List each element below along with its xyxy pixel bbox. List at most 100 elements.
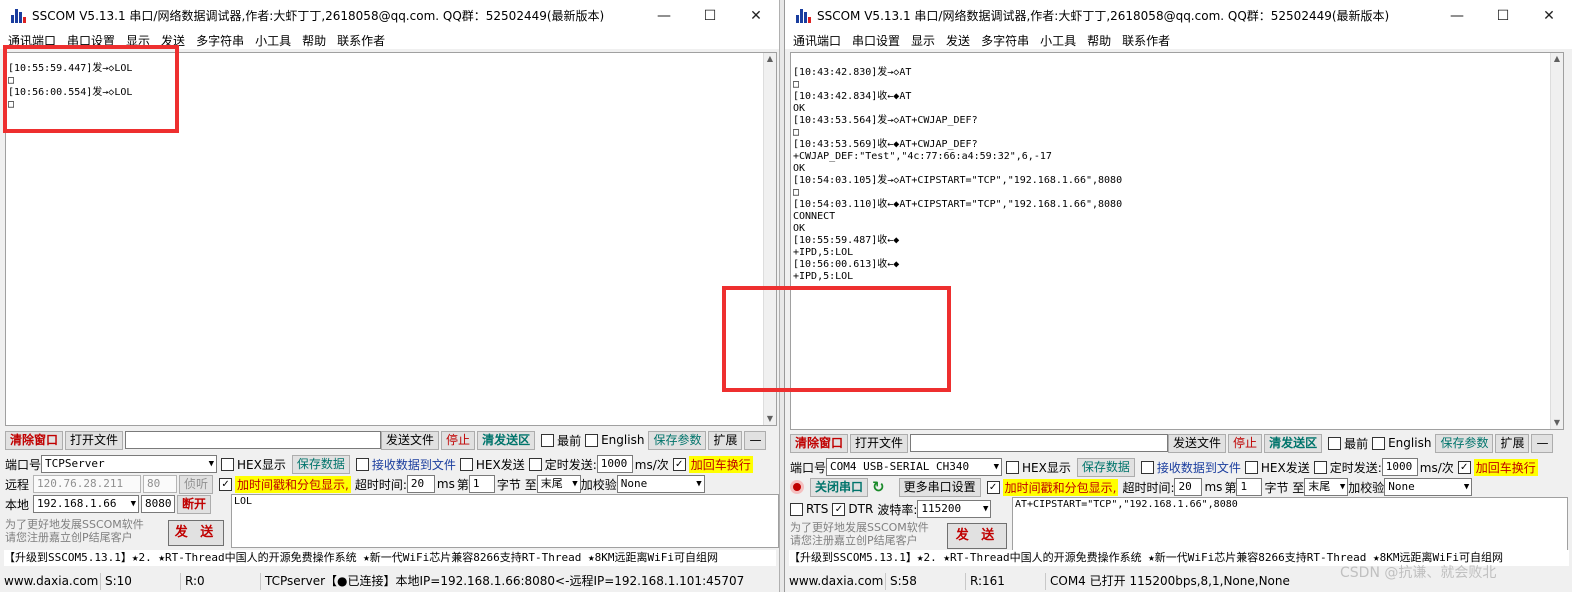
- local-port-input[interactable]: 8080: [141, 495, 176, 513]
- dtr-checkbox[interactable]: ✓: [832, 502, 846, 516]
- scroll-up-icon[interactable]: ▲: [764, 53, 776, 65]
- recv-to-file-checkbox[interactable]: [355, 457, 369, 471]
- send-file-button[interactable]: 发送文件: [381, 430, 440, 450]
- tail-select[interactable]: 末尾 ▼: [1304, 478, 1349, 496]
- timed-send-checkbox[interactable]: [528, 457, 542, 471]
- port-select[interactable]: COM4 USB-SERIAL CH340 ▼: [826, 458, 1003, 476]
- tail-select[interactable]: 末尾 ▼: [536, 475, 581, 493]
- hex-send-checkbox[interactable]: [1244, 460, 1258, 474]
- english-checkbox[interactable]: [1372, 436, 1386, 450]
- log-line: OK: [793, 103, 806, 114]
- clear-send-area-button[interactable]: 清发送区: [477, 430, 536, 450]
- send-input[interactable]: LOL: [231, 494, 779, 548]
- baud-select[interactable]: 115200 ▼: [917, 500, 992, 518]
- english-checkbox[interactable]: [585, 433, 599, 447]
- menu-item[interactable]: 多字符串: [196, 32, 244, 49]
- add-crlf-checkbox[interactable]: ✓: [1457, 460, 1471, 474]
- collapse-button[interactable]: —: [1531, 433, 1554, 453]
- menu-item[interactable]: 帮助: [1087, 32, 1111, 49]
- status-connection-info: TCPserver【●已连接】本地IP=192.168.1.66:8080<-远…: [260, 573, 779, 590]
- news-ticker[interactable]: 【升级到SSCOM5.13.1】★2. ★RT-Thread中国人的开源免费操作…: [4, 550, 776, 566]
- timestamp-checkbox[interactable]: ✓: [219, 477, 233, 491]
- hex-display-checkbox[interactable]: [221, 457, 235, 471]
- maximize-icon[interactable]: ☐: [1480, 0, 1526, 31]
- remote-ip-input[interactable]: 120.76.28.211: [33, 475, 142, 493]
- stop-button[interactable]: 停止: [1228, 433, 1263, 453]
- menu-item[interactable]: 小工具: [1040, 32, 1076, 49]
- save-data-button[interactable]: 保存数据: [291, 454, 350, 474]
- menu-item[interactable]: 通讯端口: [793, 32, 841, 49]
- expand-button[interactable]: 扩展: [708, 430, 743, 450]
- listen-button[interactable]: 侦听: [179, 474, 214, 494]
- log-line: □: [793, 187, 800, 198]
- hex-send-checkbox[interactable]: [459, 457, 473, 471]
- checksum-select[interactable]: None ▼: [616, 475, 705, 493]
- scroll-up-icon[interactable]: ▲: [1551, 53, 1563, 65]
- menu-item[interactable]: 显示: [911, 32, 935, 49]
- more-settings-button[interactable]: 更多串口设置: [898, 477, 981, 497]
- send-button[interactable]: 发 送: [168, 520, 224, 546]
- segment-input[interactable]: 1: [468, 475, 495, 493]
- rts-checkbox[interactable]: [790, 502, 803, 516]
- minimize-icon[interactable]: —: [641, 0, 687, 31]
- status-sent-count: S:58: [885, 573, 965, 590]
- collapse-button[interactable]: —: [744, 430, 767, 450]
- stop-button[interactable]: 停止: [441, 430, 476, 450]
- interval-input[interactable]: 1000: [1381, 458, 1418, 476]
- close-icon[interactable]: ✕: [733, 0, 779, 31]
- menu-item[interactable]: 多字符串: [981, 32, 1029, 49]
- recv-to-file-checkbox[interactable]: [1140, 460, 1154, 474]
- scroll-down-icon[interactable]: ▼: [764, 413, 776, 425]
- timestamp-checkbox[interactable]: ✓: [986, 480, 1000, 494]
- clear-window-button[interactable]: 清除窗口: [790, 433, 849, 453]
- topmost-checkbox[interactable]: [541, 433, 555, 447]
- clear-send-area-button[interactable]: 清发送区: [1264, 433, 1323, 453]
- menu-item[interactable]: 联系作者: [337, 32, 385, 49]
- menu-item[interactable]: 帮助: [302, 32, 326, 49]
- interval-input[interactable]: 1000: [596, 455, 633, 473]
- remote-port-input[interactable]: 80: [143, 475, 178, 493]
- open-file-button[interactable]: 打开文件: [850, 433, 909, 453]
- log-line: +IPD,5:LOL: [793, 271, 854, 282]
- minimize-icon[interactable]: —: [1434, 0, 1480, 31]
- close-port-button[interactable]: 关闭串口: [810, 477, 869, 497]
- vertical-scrollbar[interactable]: ▲ ▼: [1550, 53, 1563, 429]
- scroll-down-icon[interactable]: ▼: [1551, 417, 1563, 429]
- send-input[interactable]: AT+CIPSTART="TCP","192.168.1.66",8080: [1012, 497, 1568, 551]
- promo-text[interactable]: 为了更好地发展SSCOM软件 请您注册嘉立创P结尾客户: [790, 521, 929, 547]
- menu-item[interactable]: 串口设置: [852, 32, 900, 49]
- port-select[interactable]: TCPServer ▼: [41, 455, 218, 473]
- send-button[interactable]: 发 送: [947, 523, 1007, 549]
- checksum-select[interactable]: None ▼: [1384, 478, 1473, 496]
- local-ip-select[interactable]: 192.168.1.66 ▼: [33, 495, 140, 513]
- clear-window-button[interactable]: 清除窗口: [5, 430, 64, 450]
- timeout-input[interactable]: 20: [406, 475, 435, 493]
- csdn-watermark: CSDN @抗谦、就会败北: [1340, 565, 1497, 581]
- baud-label: 波特率:: [877, 502, 918, 517]
- topmost-checkbox[interactable]: [1328, 436, 1342, 450]
- maximize-icon[interactable]: ☐: [687, 0, 733, 31]
- file-path-input[interactable]: [910, 434, 1169, 452]
- save-data-button[interactable]: 保存数据: [1076, 457, 1135, 477]
- send-file-button[interactable]: 发送文件: [1168, 433, 1227, 453]
- timeout-input[interactable]: 20: [1174, 478, 1203, 496]
- open-file-button[interactable]: 打开文件: [65, 430, 124, 450]
- refresh-icon[interactable]: ↻: [872, 478, 885, 496]
- menu-item[interactable]: 联系作者: [1122, 32, 1170, 49]
- highlight-box: [722, 286, 951, 392]
- file-path-input[interactable]: [125, 431, 382, 449]
- status-site[interactable]: www.daxia.com: [785, 573, 885, 590]
- menu-item[interactable]: 小工具: [255, 32, 291, 49]
- timed-send-checkbox[interactable]: [1313, 460, 1327, 474]
- promo-text[interactable]: 为了更好地发展SSCOM软件 请您注册嘉立创P结尾客户: [5, 518, 144, 544]
- expand-button[interactable]: 扩展: [1495, 433, 1530, 453]
- save-params-button[interactable]: 保存参数: [1435, 433, 1494, 453]
- disconnect-button[interactable]: 断开: [177, 494, 212, 514]
- segment-input[interactable]: 1: [1236, 478, 1263, 496]
- hex-display-checkbox[interactable]: [1006, 460, 1020, 474]
- add-crlf-checkbox[interactable]: ✓: [672, 457, 686, 471]
- menu-item[interactable]: 发送: [946, 32, 970, 49]
- close-icon[interactable]: ✕: [1526, 0, 1572, 31]
- save-params-button[interactable]: 保存参数: [648, 430, 707, 450]
- status-site[interactable]: www.daxia.com: [0, 573, 100, 590]
